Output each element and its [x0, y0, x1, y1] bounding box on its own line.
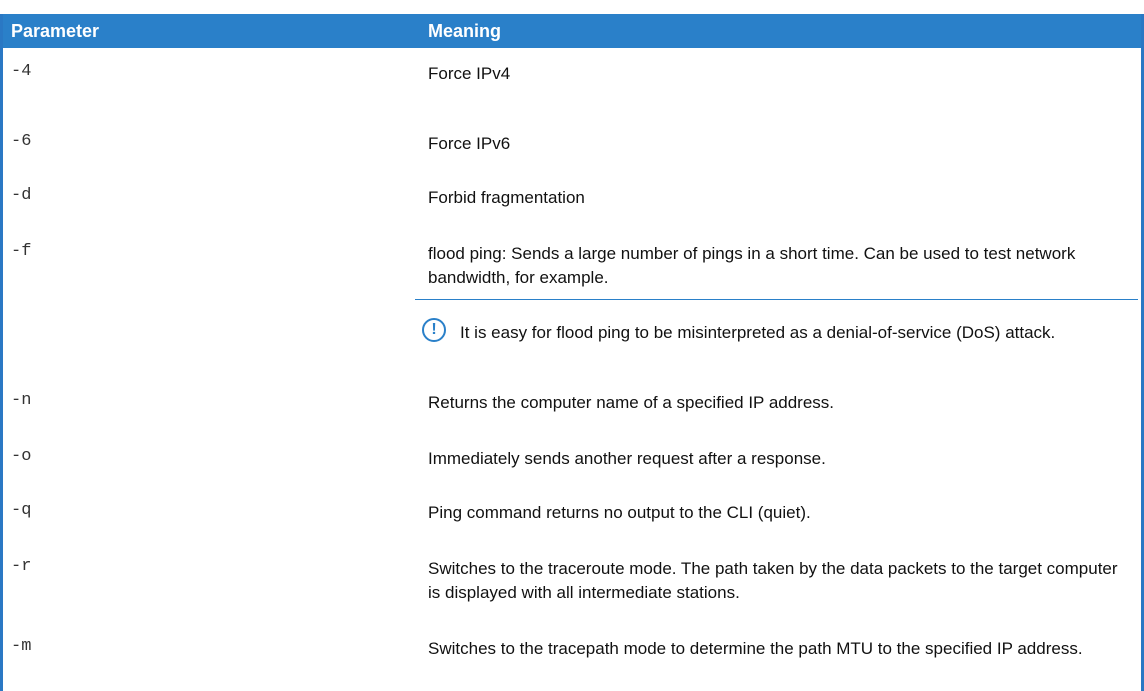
- parameter-cell: -f: [11, 242, 32, 261]
- meaning-cell: Returns the computer name of a specified…: [428, 393, 835, 412]
- parameter-cell: -4: [11, 62, 32, 81]
- exclamation-circle-icon: !: [422, 318, 446, 342]
- meaning-cell: Switches to the tracepath mode to determ…: [428, 639, 1083, 658]
- parameter-cell: -m: [11, 637, 32, 656]
- meaning-cell: Force IPv4: [428, 64, 511, 83]
- header-parameter: Parameter: [11, 21, 100, 41]
- meaning-cell: flood ping: Sends a large number of ping…: [428, 244, 1076, 287]
- meaning-cell: Force IPv6: [428, 134, 511, 153]
- meaning-cell: Ping command returns no output to the CL…: [428, 503, 811, 522]
- parameter-cell: -6: [11, 132, 32, 151]
- note-text: It is easy for flood ping to be misinter…: [460, 323, 1056, 342]
- parameter-cell: -r: [11, 557, 32, 576]
- meaning-cell: Forbid fragmentation: [428, 188, 585, 207]
- note-divider: [415, 299, 1138, 300]
- parameter-table: Parameter Meaning -4 Force IPv4 -6 Force…: [0, 14, 1144, 691]
- parameter-cell: -o: [11, 447, 32, 466]
- parameter-cell: -d: [11, 186, 32, 205]
- parameter-cell: -n: [11, 391, 32, 410]
- meaning-cell: Immediately sends another request after …: [428, 449, 826, 468]
- meaning-cell: Switches to the traceroute mode. The pat…: [428, 559, 1118, 602]
- parameter-cell: -q: [11, 501, 32, 520]
- table-header: Parameter Meaning: [3, 14, 1141, 48]
- header-meaning: Meaning: [428, 21, 502, 41]
